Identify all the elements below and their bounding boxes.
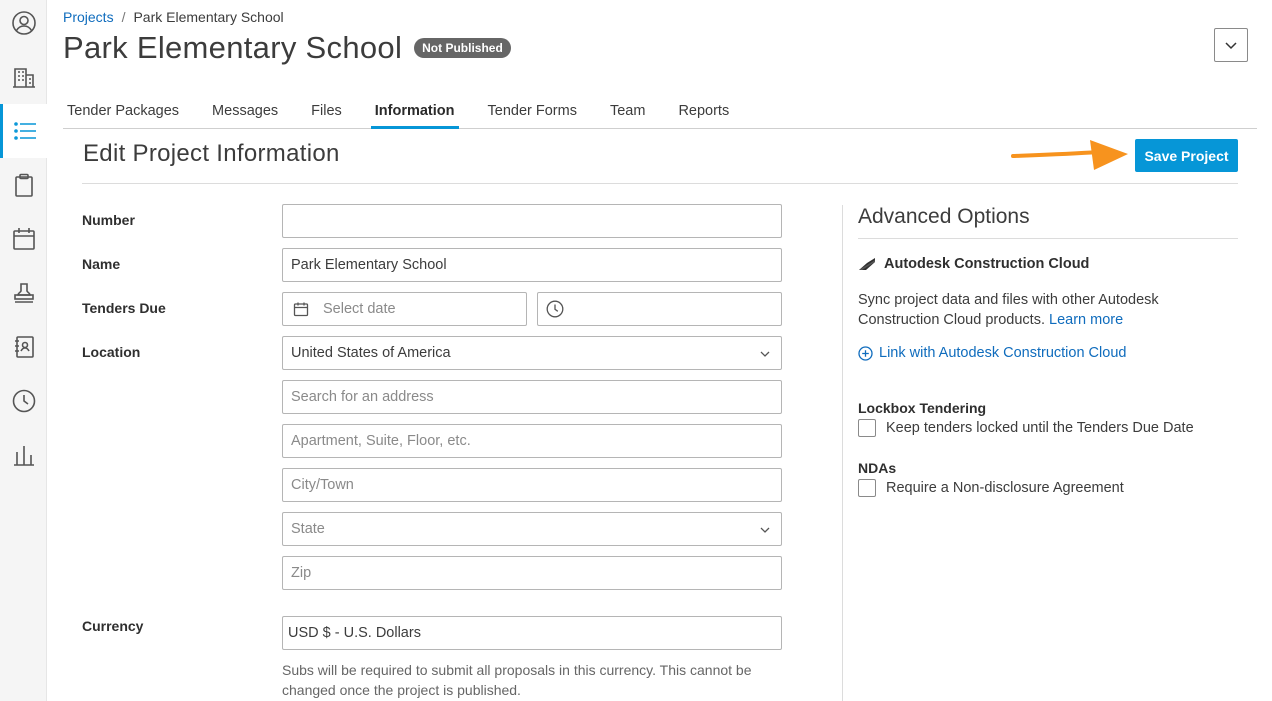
autodesk-logo-icon: [859, 258, 875, 270]
page-title: Park Elementary School: [63, 30, 403, 65]
tab-messages[interactable]: Messages: [208, 96, 282, 129]
chevron-down-icon: [760, 527, 770, 533]
calendar-icon: [293, 302, 309, 317]
bar-chart-icon[interactable]: [0, 428, 47, 482]
nda-checkbox[interactable]: [858, 479, 876, 497]
status-badge: Not Published: [414, 38, 511, 58]
clock-icon[interactable]: [0, 374, 47, 428]
breadcrumb-current: Park Elementary School: [133, 9, 284, 25]
acc-title: Autodesk Construction Cloud: [884, 256, 1090, 272]
address-book-icon[interactable]: [0, 320, 47, 374]
tab-tender-forms[interactable]: Tender Forms: [484, 96, 581, 129]
address-placeholder: Search for an address: [291, 389, 434, 405]
country-select-value: United States of America: [291, 345, 451, 361]
name-input-value: Park Elementary School: [291, 257, 447, 273]
learn-more-link[interactable]: Learn more: [1049, 312, 1123, 328]
currency-value: USD $ - U.S. Dollars: [288, 625, 421, 641]
page-title-row: Park Elementary School Not Published: [63, 30, 511, 66]
lockbox-option: Keep tenders locked until the Tenders Du…: [858, 419, 1194, 437]
state-placeholder: State: [291, 521, 325, 537]
section-title: Edit Project Information: [83, 140, 340, 167]
sync-description: Sync project data and files with other A…: [858, 290, 1238, 330]
calendar-icon[interactable]: [0, 212, 47, 266]
number-input[interactable]: [282, 204, 782, 238]
ndas-title: NDAs: [858, 460, 897, 476]
lockbox-title: Lockbox Tendering: [858, 400, 987, 416]
tenders-due-date-input[interactable]: Select date: [282, 292, 527, 326]
column-divider: [842, 205, 843, 701]
zip-placeholder: Zip: [291, 565, 312, 581]
lockbox-checkbox[interactable]: [858, 419, 876, 437]
plus-circle-icon: [858, 345, 873, 361]
currency-help-text: Subs will be required to submit all prop…: [282, 662, 752, 698]
currency-field[interactable]: USD $ - U.S. Dollars: [282, 616, 782, 650]
tab-information[interactable]: Information: [370, 96, 459, 129]
tab-files[interactable]: Files: [307, 96, 346, 129]
state-select[interactable]: State: [282, 512, 782, 546]
name-input[interactable]: Park Elementary School: [282, 248, 782, 282]
left-nav-rail: [0, 0, 47, 701]
lockbox-option-label: Keep tenders locked until the Tenders Du…: [886, 420, 1194, 436]
location-label: Location: [82, 344, 141, 360]
city-placeholder: City/Town: [291, 477, 354, 493]
ndas-option: Require a Non-disclosure Agreement: [858, 479, 1124, 497]
advanced-options-divider: [858, 238, 1238, 239]
list-icon[interactable]: [0, 104, 47, 158]
stamp-icon[interactable]: [0, 266, 47, 320]
user-circle-icon[interactable]: [0, 0, 47, 50]
nda-option-label: Require a Non-disclosure Agreement: [886, 480, 1124, 496]
country-select[interactable]: United States of America: [282, 336, 782, 370]
section-divider: [82, 183, 1238, 184]
chevron-down-icon: [760, 351, 770, 357]
advanced-options-title: Advanced Options: [858, 205, 1030, 228]
zip-input[interactable]: Zip: [282, 556, 782, 590]
tab-tender-packages[interactable]: Tender Packages: [63, 96, 183, 129]
building-icon[interactable]: [0, 50, 47, 104]
currency-label: Currency: [82, 618, 144, 634]
chevron-down-icon: [1225, 42, 1237, 50]
name-label: Name: [82, 256, 121, 272]
project-menu-dropdown[interactable]: [1214, 28, 1248, 62]
breadcrumb-projects-link[interactable]: Projects: [63, 9, 114, 25]
acc-heading: Autodesk Construction Cloud: [858, 256, 1089, 272]
address-search-input[interactable]: Search for an address: [282, 380, 782, 414]
tab-team[interactable]: Team: [606, 96, 649, 129]
city-input[interactable]: City/Town: [282, 468, 782, 502]
apartment-placeholder: Apartment, Suite, Floor, etc.: [291, 433, 471, 449]
tab-reports[interactable]: Reports: [674, 96, 733, 129]
pointer-arrow-icon: [1011, 140, 1128, 170]
apartment-input[interactable]: Apartment, Suite, Floor, etc.: [282, 424, 782, 458]
project-tabs: Tender Packages Messages Files Informati…: [63, 96, 1257, 129]
number-label: Number: [82, 212, 135, 228]
clipboard-icon[interactable]: [0, 158, 47, 212]
tenders-due-time-input[interactable]: [537, 292, 782, 326]
tenders-due-label: Tenders Due: [82, 300, 166, 316]
clock-icon: [546, 300, 564, 318]
link-acc-button[interactable]: Link with Autodesk Construction Cloud: [858, 345, 1126, 361]
breadcrumb-separator: /: [121, 9, 126, 25]
link-acc-label: Link with Autodesk Construction Cloud: [879, 345, 1127, 361]
breadcrumb: Projects / Park Elementary School: [63, 9, 284, 25]
date-placeholder: Select date: [323, 301, 396, 317]
save-project-button[interactable]: Save Project: [1135, 139, 1238, 172]
